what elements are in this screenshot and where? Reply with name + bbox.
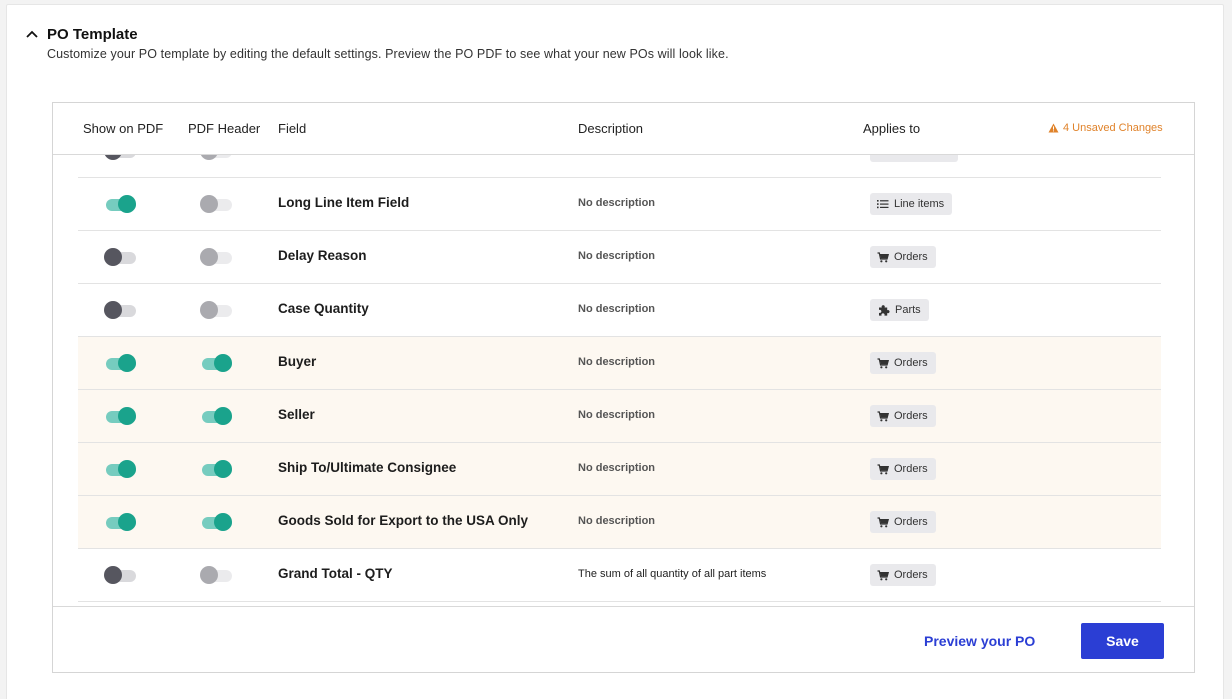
- applies-to-label: Line items: [894, 198, 945, 210]
- table-row: Case Quantity No description Parts: [78, 284, 1161, 337]
- field-description: The sum of all quantity of all part item…: [578, 568, 767, 580]
- applies-to-tag: Parts: [870, 299, 929, 321]
- applies-to-tag: Orders: [870, 511, 936, 533]
- field-description: No description: [578, 250, 656, 262]
- field-name: Case Quantity: [278, 301, 369, 316]
- applies-to-tag: Orders: [870, 458, 936, 480]
- table-row: Seller No description Orders: [78, 390, 1161, 443]
- pdf-header-toggle[interactable]: [200, 407, 232, 425]
- list-icon: [877, 199, 889, 209]
- section-title: PO Template: [47, 25, 138, 43]
- cart-icon: [877, 463, 889, 475]
- pdf-header-toggle[interactable]: [200, 248, 232, 266]
- table-row: Grand Total - QTY The sum of all quantity…: [78, 549, 1161, 602]
- applies-to-label: Orders: [894, 569, 928, 581]
- unsaved-changes-text: 4 Unsaved Changes: [1063, 122, 1163, 134]
- field-name: Grand Total - QTY: [278, 566, 393, 581]
- field-name: Buyer: [278, 354, 317, 369]
- pdf-header-toggle[interactable]: [200, 354, 232, 372]
- section-header[interactable]: PO Template: [23, 25, 138, 43]
- table-footer: Preview your PO Save: [53, 606, 1194, 672]
- table-body: Long Line Item Field No description Line i…: [78, 125, 1161, 602]
- save-button[interactable]: Save: [1081, 623, 1164, 659]
- field-description: No description: [578, 409, 656, 421]
- show-on-pdf-toggle[interactable]: [104, 460, 136, 478]
- preview-po-link[interactable]: Preview your PO: [924, 633, 1035, 649]
- field-name: Seller: [278, 407, 315, 422]
- applies-to-label: Orders: [894, 516, 928, 528]
- warning-icon: [1048, 123, 1059, 133]
- show-on-pdf-toggle[interactable]: [104, 354, 136, 372]
- table-row: Ship To/Ultimate Consignee No description…: [78, 443, 1161, 496]
- field-description: No description: [578, 462, 656, 474]
- table-row: Goods Sold for Export to the USA Only No …: [78, 496, 1161, 549]
- show-on-pdf-toggle[interactable]: [104, 566, 136, 584]
- applies-to-tag: Orders: [870, 352, 936, 374]
- applies-to-tag: Orders: [870, 405, 936, 427]
- cart-icon: [877, 357, 889, 369]
- fields-table: Show on PDF PDF Header Field Description…: [52, 102, 1195, 673]
- show-on-pdf-toggle[interactable]: [104, 248, 136, 266]
- unsaved-changes-indicator: 4 Unsaved Changes: [1048, 122, 1163, 134]
- applies-to-tag: Orders: [870, 246, 936, 268]
- header-description: Description: [578, 121, 644, 136]
- puzzle-icon: [877, 304, 890, 317]
- cart-icon: [877, 410, 889, 422]
- table-row: Buyer No description Orders: [78, 337, 1161, 390]
- pdf-header-toggle[interactable]: [200, 301, 232, 319]
- field-description: No description: [578, 515, 656, 527]
- applies-to-label: Orders: [894, 251, 928, 263]
- field-description: No description: [578, 197, 656, 209]
- applies-to-label: Parts: [895, 304, 921, 316]
- header-show-on-pdf: Show on PDF: [83, 121, 164, 136]
- header-field: Field: [278, 121, 307, 136]
- pdf-header-toggle[interactable]: [200, 195, 232, 213]
- show-on-pdf-toggle[interactable]: [104, 407, 136, 425]
- table-row: Delay Reason No description Orders: [78, 231, 1161, 284]
- field-description: No description: [578, 303, 656, 315]
- applies-to-tag: Orders: [870, 564, 936, 586]
- po-template-card: PO Template Customize your PO template b…: [6, 4, 1224, 699]
- applies-to-label: Orders: [894, 410, 928, 422]
- pdf-header-toggle[interactable]: [200, 460, 232, 478]
- section-subtitle: Customize your PO template by editing th…: [47, 47, 729, 61]
- cart-icon: [877, 251, 889, 263]
- header-applies-to: Applies to: [863, 121, 921, 136]
- applies-to-tag: Line items: [870, 193, 953, 215]
- cart-icon: [877, 569, 889, 581]
- show-on-pdf-toggle[interactable]: [104, 301, 136, 319]
- header-pdf-header: PDF Header: [188, 121, 261, 136]
- field-name: Goods Sold for Export to the USA Only: [278, 513, 529, 528]
- field-name: Ship To/Ultimate Consignee: [278, 460, 457, 475]
- show-on-pdf-toggle[interactable]: [104, 513, 136, 531]
- table-header: Show on PDF PDF Header Field Description…: [53, 103, 1194, 155]
- show-on-pdf-toggle[interactable]: [104, 195, 136, 213]
- field-name: Long Line Item Field: [278, 195, 410, 210]
- pdf-header-toggle[interactable]: [200, 513, 232, 531]
- field-name: Delay Reason: [278, 248, 367, 263]
- table-row: Long Line Item Field No description Line i…: [78, 178, 1161, 231]
- applies-to-label: Orders: [894, 463, 928, 475]
- pdf-header-toggle[interactable]: [200, 566, 232, 584]
- cart-icon: [877, 516, 889, 528]
- chevron-up-icon[interactable]: [23, 25, 41, 43]
- field-description: No description: [578, 356, 656, 368]
- applies-to-label: Orders: [894, 357, 928, 369]
